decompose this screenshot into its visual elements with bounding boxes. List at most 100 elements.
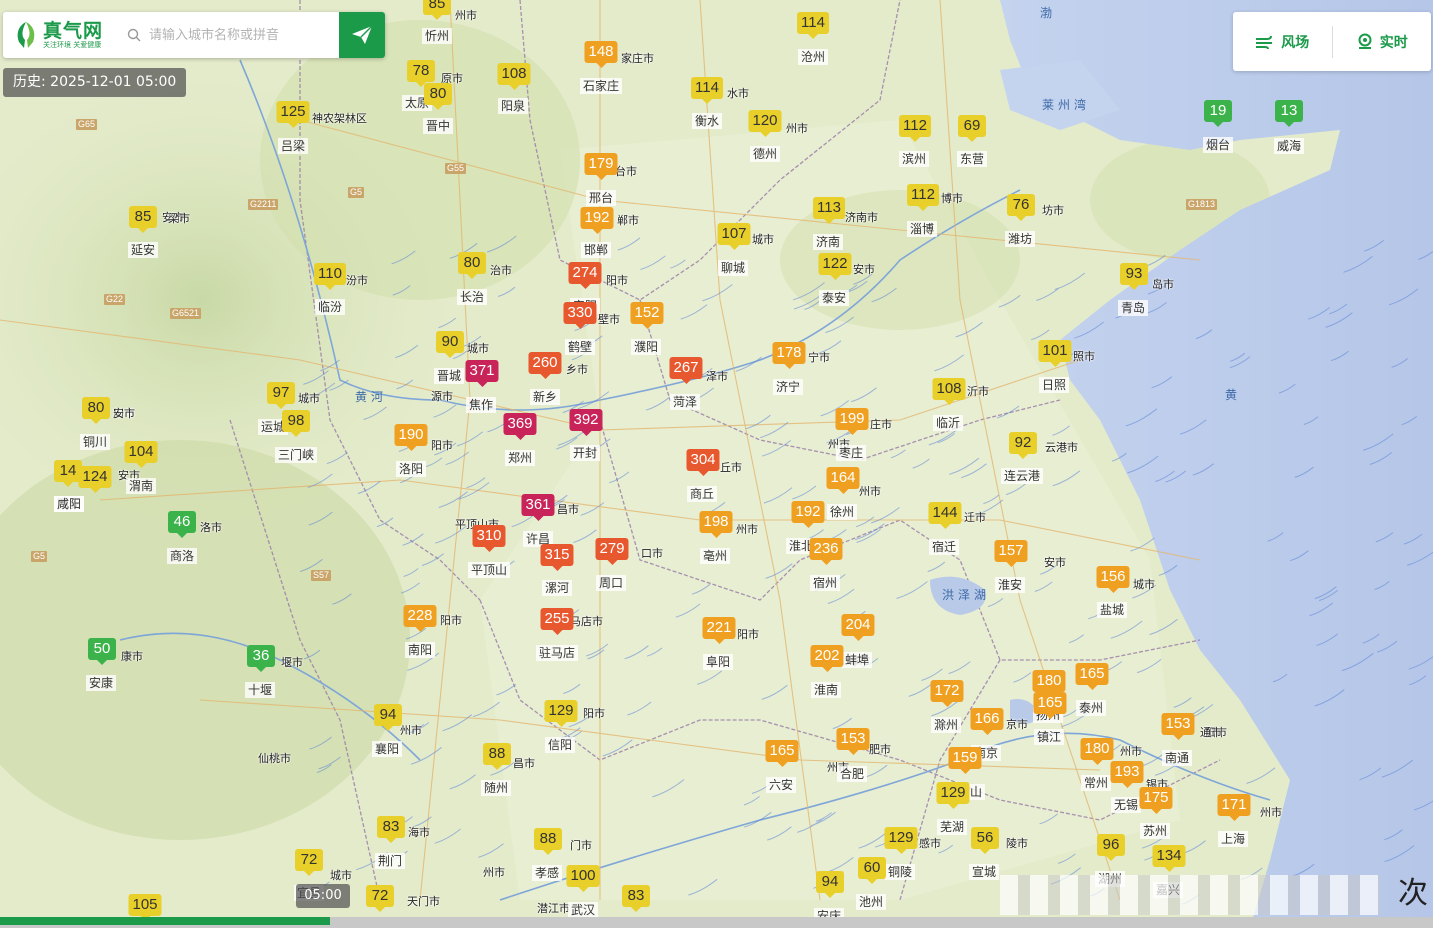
aqi-marker[interactable]: 236 bbox=[809, 538, 843, 565]
aqi-marker[interactable]: 78 bbox=[407, 60, 435, 87]
city-name-label[interactable]: 宣城 bbox=[968, 864, 1000, 880]
city-name-label[interactable]: 渭南 bbox=[125, 478, 157, 494]
city-name-label[interactable]: 烟台 bbox=[1202, 137, 1234, 153]
aqi-marker[interactable]: 50 bbox=[88, 638, 116, 665]
city-name-label[interactable]: 沧州 bbox=[797, 49, 829, 65]
aqi-marker[interactable]: 192 bbox=[791, 501, 825, 528]
city-name-label[interactable]: 濮阳 bbox=[630, 339, 662, 355]
aqi-marker[interactable]: 76 bbox=[1007, 194, 1035, 221]
aqi-marker[interactable]: 94 bbox=[816, 871, 844, 898]
aqi-marker[interactable]: 114 bbox=[691, 77, 723, 104]
city-name-label[interactable]: 池州 bbox=[855, 894, 887, 910]
city-name-label[interactable]: 临沂 bbox=[932, 415, 964, 431]
aqi-marker[interactable]: 83 bbox=[377, 816, 405, 843]
aqi-marker[interactable]: 171 bbox=[1217, 794, 1251, 821]
aqi-marker[interactable]: 193 bbox=[1110, 761, 1144, 788]
wind-field-button[interactable]: 风场 bbox=[1233, 32, 1332, 52]
city-name-label[interactable]: 阜阳 bbox=[702, 654, 734, 670]
city-name-label[interactable]: 忻州 bbox=[421, 28, 453, 44]
city-name-label[interactable]: 菏泽 bbox=[669, 394, 701, 410]
aqi-marker[interactable]: 98 bbox=[282, 410, 310, 437]
aqi-marker[interactable]: 178 bbox=[772, 342, 806, 369]
search-input[interactable] bbox=[145, 13, 339, 57]
city-name-label[interactable]: 潍坊 bbox=[1004, 231, 1036, 247]
aqi-marker[interactable]: 179 bbox=[584, 153, 618, 180]
aqi-marker[interactable]: 60 bbox=[858, 857, 886, 884]
aqi-marker[interactable]: 152 bbox=[630, 302, 664, 329]
aqi-marker[interactable]: 19 bbox=[1204, 100, 1232, 127]
aqi-marker[interactable]: 392 bbox=[569, 409, 603, 436]
city-name-label[interactable]: 铜陵 bbox=[884, 864, 916, 880]
aqi-marker[interactable]: 144 bbox=[928, 502, 962, 529]
city-name-label[interactable]: 鹤壁 bbox=[564, 339, 596, 355]
aqi-marker[interactable]: 165 bbox=[1075, 663, 1109, 690]
aqi-marker[interactable]: 148 bbox=[584, 41, 618, 68]
city-name-label[interactable]: 日照 bbox=[1038, 377, 1070, 393]
city-name-label[interactable]: 邯郸 bbox=[580, 242, 612, 258]
aqi-marker[interactable]: 156 bbox=[1096, 566, 1130, 593]
city-name-label[interactable]: 石家庄 bbox=[579, 78, 623, 94]
aqi-marker[interactable]: 112 bbox=[899, 115, 931, 142]
aqi-marker[interactable]: 172 bbox=[930, 680, 964, 707]
aqi-marker[interactable]: 315 bbox=[540, 544, 574, 571]
city-name-label[interactable]: 德州 bbox=[749, 146, 781, 162]
aqi-marker[interactable]: 190 bbox=[394, 424, 428, 451]
aqi-marker[interactable]: 88 bbox=[534, 828, 562, 855]
city-name-label[interactable]: 吕梁 bbox=[277, 138, 309, 154]
aqi-marker[interactable]: 14 bbox=[54, 460, 82, 487]
city-name-label[interactable]: 淮南 bbox=[810, 682, 842, 698]
city-name-label[interactable]: 淄博 bbox=[906, 221, 938, 237]
aqi-marker[interactable]: 371 bbox=[465, 360, 499, 387]
city-name-label[interactable]: 漯河 bbox=[541, 580, 573, 596]
aqi-marker[interactable]: 72 bbox=[366, 885, 394, 912]
aqi-marker[interactable]: 90 bbox=[436, 331, 464, 358]
city-name-label[interactable]: 长治 bbox=[456, 289, 488, 305]
aqi-marker[interactable]: 330 bbox=[563, 302, 597, 329]
city-name-label[interactable]: 随州 bbox=[480, 780, 512, 796]
realtime-button[interactable]: 实时 bbox=[1333, 32, 1432, 52]
aqi-marker[interactable]: 175 bbox=[1139, 787, 1173, 814]
city-name-label[interactable]: 泰州 bbox=[1075, 700, 1107, 716]
city-name-label[interactable]: 商洛 bbox=[166, 548, 198, 564]
city-name-label[interactable]: 商丘 bbox=[686, 486, 718, 502]
aqi-marker[interactable]: 134 bbox=[1152, 845, 1186, 872]
aqi-marker[interactable]: 228 bbox=[403, 605, 437, 632]
city-name-label[interactable]: 常州 bbox=[1080, 775, 1112, 791]
city-name-label[interactable]: 青岛 bbox=[1117, 300, 1149, 316]
city-name-label[interactable]: 苏州 bbox=[1139, 823, 1171, 839]
aqi-marker[interactable]: 113 bbox=[813, 197, 845, 224]
aqi-marker[interactable]: 83 bbox=[622, 885, 650, 912]
aqi-marker[interactable]: 164 bbox=[826, 467, 860, 494]
aqi-marker[interactable]: 157 bbox=[994, 540, 1028, 567]
city-name-label[interactable]: 荆门 bbox=[374, 853, 406, 869]
city-name-label[interactable]: 合肥 bbox=[836, 766, 868, 782]
aqi-marker[interactable]: 110 bbox=[314, 263, 346, 290]
city-name-label[interactable]: 驻马店 bbox=[535, 645, 579, 661]
aqi-marker[interactable]: 153 bbox=[836, 728, 870, 755]
timeline-bar[interactable] bbox=[0, 917, 1433, 928]
city-name-label[interactable]: 新乡 bbox=[529, 389, 561, 405]
city-name-label[interactable]: 邢台 bbox=[585, 190, 617, 206]
aqi-marker[interactable]: 260 bbox=[528, 352, 562, 379]
aqi-marker[interactable]: 105 bbox=[128, 894, 162, 921]
aqi-marker[interactable]: 120 bbox=[748, 110, 782, 137]
aqi-marker[interactable]: 202 bbox=[810, 645, 844, 672]
city-name-label[interactable]: 阳泉 bbox=[497, 98, 529, 114]
aqi-marker[interactable]: 72 bbox=[295, 849, 323, 876]
aqi-marker[interactable]: 279 bbox=[595, 538, 629, 565]
city-name-label[interactable]: 晋中 bbox=[422, 118, 454, 134]
city-name-label[interactable]: 泰安 bbox=[818, 290, 850, 306]
air-quality-map[interactable]: G65 G5 G55 G2211 G22 G6521 G1813 G5 S57 … bbox=[0, 0, 1433, 928]
city-name-label[interactable]: 滨州 bbox=[898, 151, 930, 167]
aqi-marker[interactable]: 129 bbox=[884, 827, 918, 854]
aqi-marker[interactable]: 125 bbox=[276, 101, 310, 128]
city-name-label[interactable]: 咸阳 bbox=[53, 496, 85, 512]
city-name-label[interactable]: 无锡 bbox=[1110, 797, 1142, 813]
city-name-label[interactable]: 徐州 bbox=[826, 504, 858, 520]
aqi-marker[interactable]: 122 bbox=[818, 253, 852, 280]
city-name-label[interactable]: 亳州 bbox=[699, 548, 731, 564]
city-name-label[interactable]: 洛阳 bbox=[395, 461, 427, 477]
aqi-marker[interactable]: 165 bbox=[765, 740, 799, 767]
aqi-marker[interactable]: 129 bbox=[936, 782, 970, 809]
city-name-label[interactable]: 宿迁 bbox=[928, 539, 960, 555]
